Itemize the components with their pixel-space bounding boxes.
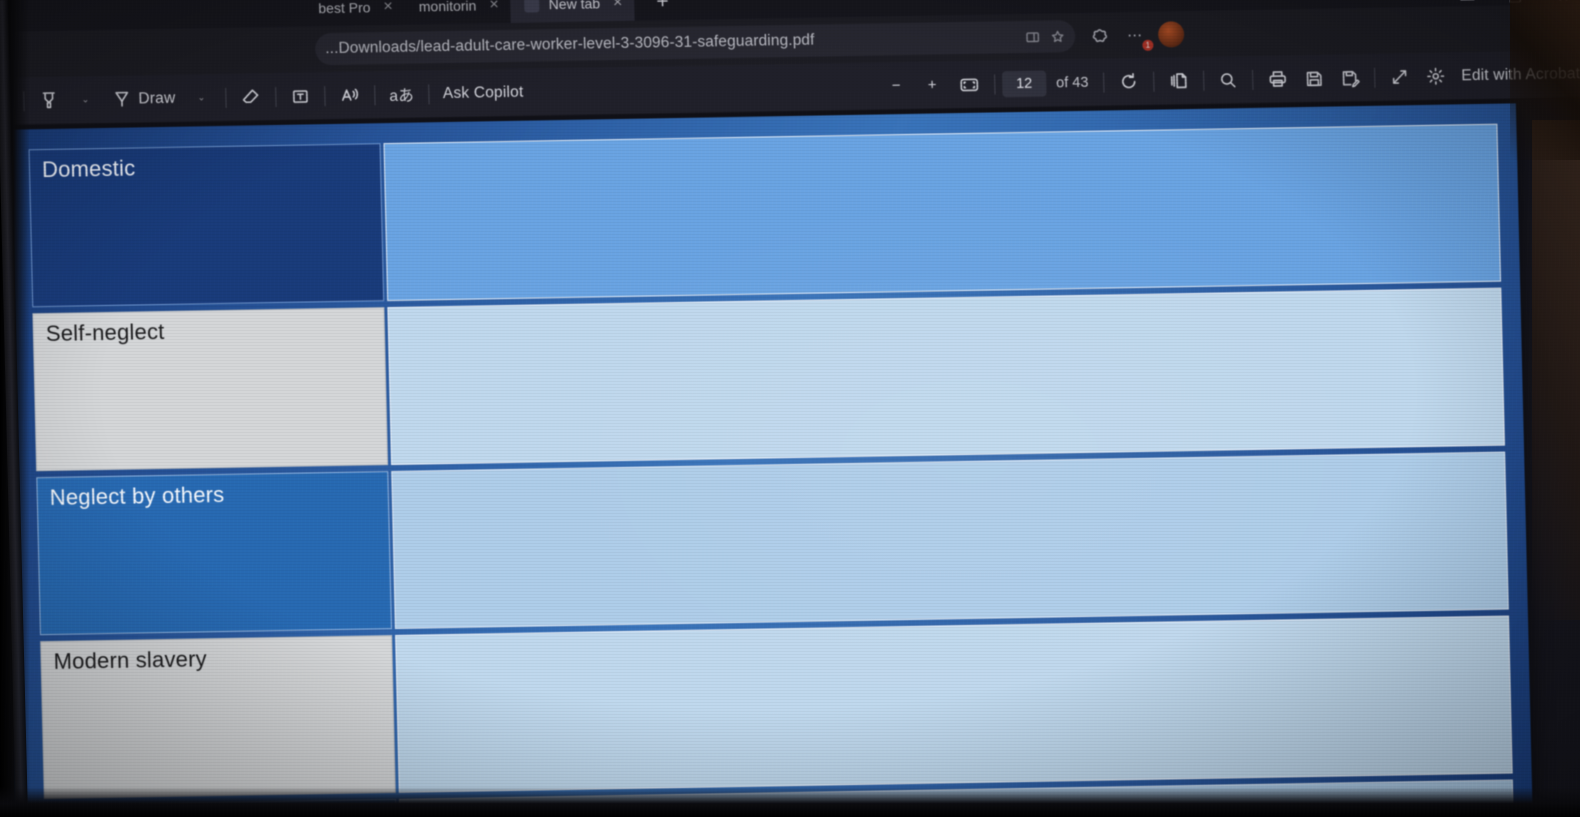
table-row: Neglect by others bbox=[36, 451, 1509, 636]
pdf-viewer[interactable]: Domestic Self-neglect Neglect by others bbox=[0, 97, 1580, 817]
page-total-label: of 43 bbox=[1055, 74, 1089, 91]
rotate-icon[interactable] bbox=[1111, 64, 1147, 99]
tab-new-tab[interactable]: New tab × bbox=[510, 0, 635, 23]
tab-monitorin[interactable]: monitorin × bbox=[404, 0, 511, 25]
erase-button[interactable] bbox=[233, 80, 269, 115]
divider bbox=[427, 83, 430, 104]
category-cell: Neglect by others bbox=[36, 471, 392, 636]
highlight-dropdown[interactable]: ⌄ bbox=[68, 83, 103, 118]
tab-label: best Pro bbox=[318, 0, 371, 17]
monitor-bezel-top-right bbox=[1510, 0, 1580, 160]
close-icon[interactable]: × bbox=[485, 0, 499, 13]
divider bbox=[324, 85, 326, 106]
indicator-cell bbox=[387, 287, 1505, 466]
browser-essentials-icon[interactable]: ⋯ 1 bbox=[1119, 19, 1154, 52]
save-as-button[interactable] bbox=[1333, 60, 1368, 95]
page-view-icon[interactable] bbox=[1161, 63, 1197, 98]
tab-best-pro[interactable]: best Pro × bbox=[304, 0, 405, 26]
search-button[interactable] bbox=[1211, 63, 1246, 98]
zoom-out-button[interactable]: − bbox=[879, 68, 914, 103]
monitor-bezel-left bbox=[0, 0, 30, 817]
category-cell: Self-neglect bbox=[32, 307, 388, 472]
translate-button[interactable]: aあ bbox=[382, 77, 421, 112]
avatar bbox=[1157, 21, 1185, 48]
notification-badge: 1 bbox=[1142, 39, 1154, 51]
divider bbox=[993, 73, 996, 94]
split-screen-icon[interactable] bbox=[1025, 29, 1040, 44]
indicator-cell bbox=[391, 451, 1509, 629]
monitor-bezel-bottom bbox=[0, 787, 1580, 817]
edge-browser-window: best Pro × monitorin × New tab × + — ❐ ✕ bbox=[0, 0, 1580, 817]
page-number-input[interactable]: 12 bbox=[1001, 70, 1047, 97]
monitor-photo: best Pro × monitorin × New tab × + — ❐ ✕ bbox=[0, 0, 1580, 817]
save-button[interactable] bbox=[1297, 61, 1332, 96]
highlight-button[interactable] bbox=[31, 83, 67, 118]
add-text-button[interactable] bbox=[283, 79, 318, 114]
divider bbox=[225, 87, 227, 108]
address-bar[interactable]: ...Downloads/lead-adult-care-worker-leve… bbox=[314, 20, 1076, 66]
fit-to-page-icon[interactable] bbox=[951, 67, 988, 102]
collections-icon[interactable] bbox=[1083, 19, 1116, 52]
table-row: Self-neglect bbox=[32, 287, 1505, 472]
indicator-cell bbox=[394, 615, 1513, 793]
divider bbox=[374, 84, 376, 105]
divider bbox=[1103, 72, 1105, 93]
ask-copilot-button[interactable]: Ask Copilot bbox=[435, 75, 530, 111]
category-cell: Modern slavery bbox=[40, 635, 396, 800]
ask-copilot-label: Ask Copilot bbox=[442, 83, 524, 102]
translate-label: aあ bbox=[389, 87, 415, 105]
star-icon[interactable] bbox=[1050, 29, 1065, 44]
tab-favicon bbox=[524, 0, 540, 13]
divider bbox=[1374, 67, 1376, 88]
profile-avatar[interactable] bbox=[1155, 18, 1188, 51]
read-aloud-button[interactable] bbox=[332, 78, 368, 113]
draw-label: Draw bbox=[138, 89, 176, 107]
settings-button[interactable] bbox=[1418, 59, 1454, 94]
divider bbox=[1203, 70, 1205, 91]
print-button[interactable] bbox=[1260, 62, 1296, 97]
abuse-types-table: Domestic Self-neglect Neglect by others bbox=[25, 118, 1519, 817]
pdf-page: Domestic Self-neglect Neglect by others bbox=[0, 103, 1534, 817]
divider bbox=[275, 86, 277, 107]
category-cell: Domestic bbox=[28, 143, 385, 308]
new-tab-button[interactable]: + bbox=[644, 0, 681, 21]
minimize-button[interactable]: — bbox=[1444, 0, 1491, 15]
draw-dropdown[interactable]: ⌄ bbox=[184, 81, 219, 116]
divider bbox=[1252, 69, 1254, 90]
draw-button[interactable]: Draw bbox=[104, 81, 183, 116]
screen-surface: best Pro × monitorin × New tab × + — ❐ ✕ bbox=[0, 0, 1580, 817]
divider bbox=[1153, 71, 1155, 92]
zoom-in-button[interactable]: + bbox=[915, 68, 950, 103]
table-row: Modern slavery bbox=[40, 615, 1513, 800]
ellipsis-glyph: ⋯ bbox=[1126, 26, 1144, 45]
desk-background bbox=[1532, 120, 1580, 620]
url-text: ...Downloads/lead-adult-care-worker-leve… bbox=[325, 31, 815, 58]
tab-label: New tab bbox=[548, 0, 601, 13]
close-icon[interactable]: × bbox=[609, 0, 623, 11]
indicator-cell bbox=[383, 123, 1502, 302]
fullscreen-button[interactable] bbox=[1382, 60, 1417, 95]
tab-label: monitorin bbox=[418, 0, 477, 15]
table-row: Domestic bbox=[28, 123, 1502, 308]
chrome-icons: ⋯ 1 bbox=[1083, 18, 1188, 52]
close-icon[interactable]: × bbox=[379, 0, 393, 15]
